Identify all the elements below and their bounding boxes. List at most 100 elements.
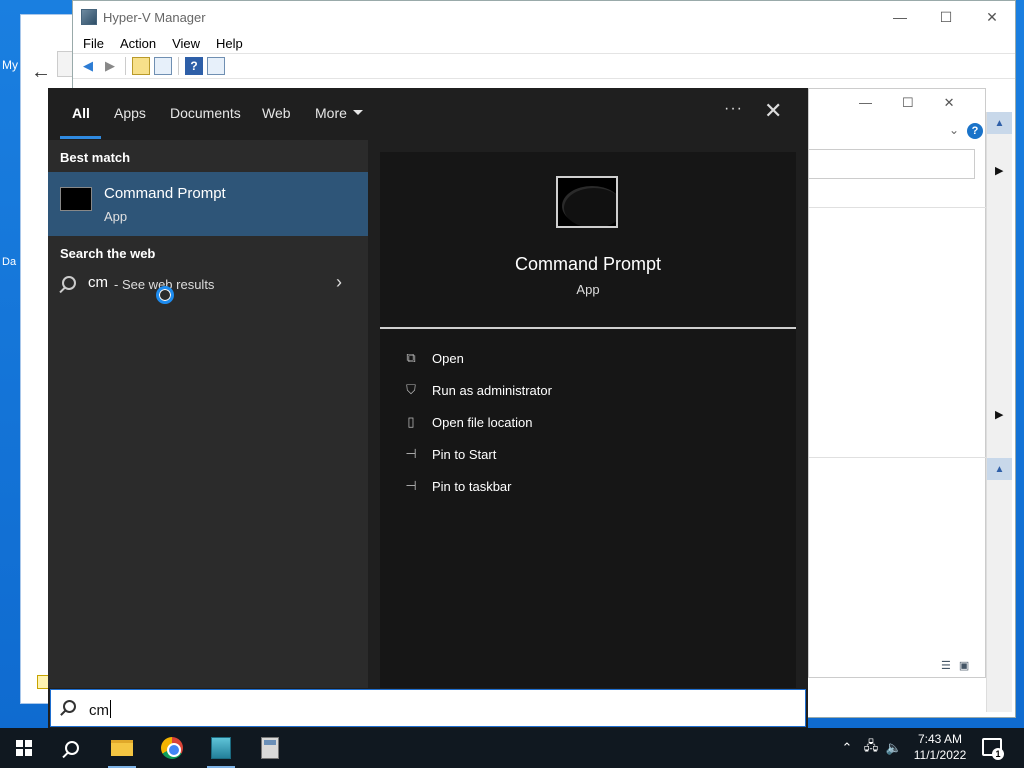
open-icon: ⧉ bbox=[406, 350, 416, 365]
clock-time: 7:43 AM bbox=[917, 732, 963, 746]
busy-cursor-icon bbox=[156, 286, 174, 304]
calculator-button[interactable] bbox=[246, 728, 294, 768]
action-pin-to-start[interactable]: ⊣ Pin to Start bbox=[402, 442, 496, 466]
active-tab-indicator bbox=[60, 136, 101, 139]
inner-maximize-button[interactable]: ☐ bbox=[902, 95, 914, 111]
best-match-title: Command Prompt bbox=[104, 185, 226, 202]
search-tabs: All Apps Documents Web More ··· ✕ bbox=[48, 88, 808, 140]
web-result-item[interactable]: cm - See web results › bbox=[48, 270, 368, 304]
preview-subtitle: App bbox=[576, 282, 600, 297]
collapse-up-icon[interactable]: ▲ bbox=[987, 458, 1012, 480]
chrome-button[interactable] bbox=[148, 728, 196, 768]
close-button[interactable]: ✕ bbox=[969, 1, 1015, 33]
toolbar-divider bbox=[178, 57, 179, 75]
calculator-icon bbox=[261, 737, 279, 759]
start-search-panel: All Apps Documents Web More ··· ✕ Best m… bbox=[48, 88, 808, 728]
best-match-header: Best match bbox=[60, 150, 131, 165]
tab-more-label: More bbox=[315, 105, 347, 121]
inner-close-button[interactable]: ✕ bbox=[944, 95, 955, 111]
action-open-file-location[interactable]: ▯ Open file location bbox=[402, 410, 532, 434]
clock[interactable]: 7:43 AM 11/1/2022 bbox=[900, 731, 980, 763]
taskbar: ⌃ 🖧 🔈 7:43 AM 11/1/2022 1 bbox=[0, 728, 1024, 768]
hyperv-app-icon bbox=[81, 9, 97, 25]
chevron-right-icon[interactable]: › bbox=[336, 272, 342, 293]
chrome-icon bbox=[161, 737, 183, 759]
action-label: Open bbox=[432, 350, 464, 366]
inner-address-field[interactable] bbox=[809, 149, 975, 179]
action-label: Open file location bbox=[432, 414, 533, 430]
more-options-icon[interactable]: ··· bbox=[724, 100, 743, 118]
tab-web[interactable]: Web bbox=[262, 105, 291, 121]
chevron-down-icon[interactable]: ⌄ bbox=[949, 123, 959, 137]
notification-count-badge: 1 bbox=[992, 748, 1004, 760]
inner-minimize-button[interactable]: — bbox=[859, 95, 872, 111]
search-icon bbox=[65, 741, 79, 755]
command-prompt-large-icon bbox=[556, 176, 618, 228]
details-view-icon[interactable]: ☰ bbox=[941, 659, 951, 672]
divider bbox=[380, 327, 796, 329]
help-circle-icon[interactable]: ? bbox=[967, 123, 983, 139]
maximize-button[interactable]: ☐ bbox=[923, 1, 969, 33]
action-label: Pin to Start bbox=[432, 446, 497, 462]
menu-view[interactable]: View bbox=[164, 36, 208, 51]
hyperv-titlebar[interactable]: Hyper-V Manager bbox=[73, 1, 1015, 33]
menu-file[interactable]: File bbox=[75, 36, 112, 51]
results-pane: Best match Command Prompt App Search the… bbox=[48, 140, 368, 688]
hyperv-manager-button[interactable] bbox=[197, 728, 245, 768]
taskbar-search-button[interactable] bbox=[48, 728, 96, 768]
show-hide-tree-icon[interactable] bbox=[154, 57, 172, 75]
forward-icon[interactable]: ▶ bbox=[101, 57, 119, 75]
desktop-icon-label[interactable]: My bbox=[2, 58, 18, 72]
network-icon[interactable]: 🖧 bbox=[860, 728, 882, 768]
search-input-value[interactable]: cm bbox=[89, 700, 111, 719]
up-folder-icon[interactable] bbox=[132, 57, 150, 75]
search-web-header: Search the web bbox=[60, 246, 156, 261]
action-pin-to-taskbar[interactable]: ⊣ Pin to taskbar bbox=[402, 474, 511, 498]
expand-arrow-icon[interactable]: ▶ bbox=[995, 408, 1003, 421]
windows-logo-icon bbox=[16, 740, 32, 756]
preview-pane: Command Prompt App ⧉ Open ⛉ Run as admin… bbox=[380, 152, 796, 688]
action-pane-icon[interactable] bbox=[207, 57, 225, 75]
preview-title: Command Prompt bbox=[514, 254, 662, 274]
divider bbox=[809, 457, 987, 458]
window-title: Hyper-V Manager bbox=[103, 9, 206, 25]
folder-icon bbox=[111, 740, 133, 756]
tab-documents[interactable]: Documents bbox=[170, 105, 241, 121]
pin-icon: ⊣ bbox=[405, 478, 417, 493]
menu-action[interactable]: Action bbox=[112, 36, 164, 51]
action-run-as-administrator[interactable]: ⛉ Run as administrator bbox=[402, 378, 552, 402]
tab-more[interactable]: More bbox=[315, 105, 363, 121]
tab-apps[interactable]: Apps bbox=[114, 105, 146, 121]
file-explorer-button[interactable] bbox=[98, 728, 146, 768]
preview-view-icon[interactable]: ▣ bbox=[959, 659, 969, 672]
action-open[interactable]: ⧉ Open bbox=[402, 346, 464, 370]
search-icon bbox=[62, 276, 76, 290]
action-pane: ▲ ▶ ▶ ▲ bbox=[986, 112, 1012, 712]
toolbar: ◀ ▶ ? bbox=[73, 53, 1015, 79]
tab-all[interactable]: All bbox=[72, 105, 90, 121]
chevron-up-icon[interactable]: ⌃ bbox=[838, 728, 856, 768]
best-match-item[interactable]: Command Prompt App bbox=[48, 172, 368, 236]
text-caret bbox=[110, 700, 111, 718]
desktop-icon-label[interactable]: Da bbox=[2, 256, 16, 268]
toolbar-divider bbox=[125, 57, 126, 75]
menu-help[interactable]: Help bbox=[208, 36, 251, 51]
search-input[interactable]: cm bbox=[50, 689, 806, 727]
best-match-subtitle: App bbox=[104, 209, 128, 224]
back-icon[interactable]: ◀ bbox=[79, 57, 97, 75]
collapse-up-icon[interactable]: ▲ bbox=[987, 112, 1012, 134]
inner-dialog-window[interactable]: — ☐ ✕ ⌄ ? ☰ ▣ bbox=[808, 88, 987, 678]
start-button[interactable] bbox=[0, 728, 48, 768]
expand-arrow-icon[interactable]: ▶ bbox=[995, 164, 1003, 177]
minimize-button[interactable]: — bbox=[877, 1, 923, 33]
web-query: cm bbox=[88, 274, 108, 291]
hyperv-icon bbox=[211, 737, 231, 759]
back-arrow-icon[interactable]: ← bbox=[31, 61, 51, 84]
help-icon[interactable]: ? bbox=[185, 57, 203, 75]
shield-icon: ⛉ bbox=[406, 382, 416, 397]
chevron-down-icon bbox=[352, 110, 363, 115]
pin-icon: ⊣ bbox=[405, 446, 417, 461]
search-query-text: cm bbox=[89, 702, 109, 719]
close-icon[interactable]: ✕ bbox=[764, 98, 782, 124]
menu-bar: File Action View Help bbox=[73, 33, 1015, 53]
